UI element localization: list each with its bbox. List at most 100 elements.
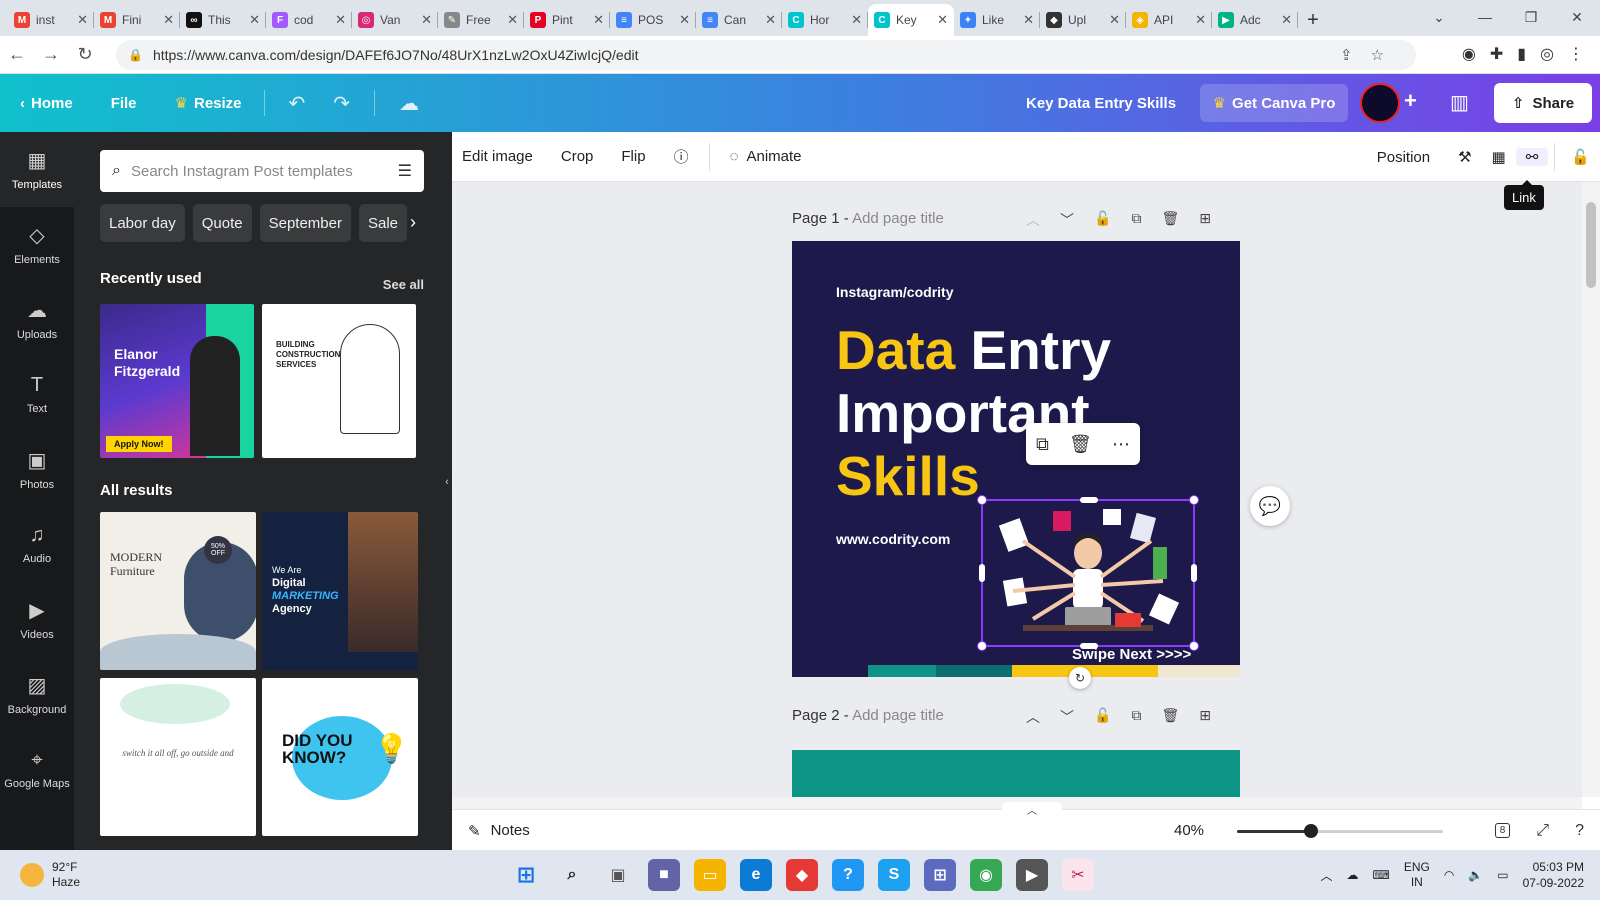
trash-icon[interactable]: 🗑 xyxy=(1161,210,1179,230)
zoom-level[interactable]: 40% xyxy=(1174,822,1204,839)
browser-tab[interactable]: P Pint ✕ xyxy=(524,4,610,36)
template-did-you-know[interactable]: DID YOU KNOW? 💡 xyxy=(262,678,418,836)
undo-icon[interactable]: ↶ xyxy=(275,91,320,116)
trash-icon[interactable]: 🗑 xyxy=(1161,707,1179,727)
task-view-icon[interactable]: ▣ xyxy=(602,859,634,891)
profile-icon[interactable]: ◎ xyxy=(1540,44,1554,64)
new-tab-icon[interactable]: + xyxy=(1298,4,1328,36)
help-app-icon[interactable]: ? xyxy=(832,859,864,891)
add-comment-icon[interactable]: 💬 xyxy=(1250,486,1290,526)
minimize-button[interactable]: — xyxy=(1462,9,1508,25)
design-title[interactable]: Data Entry Important Skills xyxy=(836,319,1111,508)
resize-handle[interactable] xyxy=(1189,495,1199,505)
file-menu[interactable]: File xyxy=(99,95,149,112)
duplicate-icon[interactable]: ⧉ xyxy=(1036,434,1049,455)
browser-tab[interactable]: ≡ POS ✕ xyxy=(610,4,696,36)
page-title-input[interactable]: Add page title xyxy=(852,210,944,227)
help-icon[interactable]: ? xyxy=(1575,822,1584,840)
zoom-slider[interactable] xyxy=(1237,824,1443,838)
restore-button[interactable]: ❐ xyxy=(1508,9,1554,26)
keyboard-icon[interactable]: ⌨ xyxy=(1372,868,1389,882)
paint-roller-icon[interactable]: ⚒ xyxy=(1448,148,1481,166)
zoom-slider-knob[interactable] xyxy=(1304,824,1319,838)
language-indicator[interactable]: ENG IN xyxy=(1404,860,1430,890)
snipping-tool-icon[interactable]: ✂ xyxy=(1062,859,1094,891)
chip-quote[interactable]: Quote xyxy=(192,204,252,242)
close-tab-icon[interactable]: ✕ xyxy=(765,12,776,28)
edit-image-button[interactable]: Edit image xyxy=(452,148,547,165)
chevron-up-icon[interactable]: ︿ xyxy=(1320,867,1332,884)
rail-item-templates[interactable]: ▦ Templates xyxy=(0,132,74,207)
clock[interactable]: 05:03 PM 07-09-2022 xyxy=(1523,859,1584,891)
close-tab-icon[interactable]: ✕ xyxy=(249,12,260,28)
resize-handle[interactable] xyxy=(979,564,985,582)
add-page-icon[interactable]: ⊞ xyxy=(1199,210,1211,230)
search-icon[interactable]: ⌕ xyxy=(556,859,588,891)
browser-tab[interactable]: ✦ Like ✕ xyxy=(954,4,1040,36)
avatar[interactable] xyxy=(1360,83,1400,123)
filter-icon[interactable]: ☰ xyxy=(398,161,412,181)
design-page-1[interactable]: Instagram/codrity Data Entry Important S… xyxy=(792,241,1240,677)
rail-item-google-maps[interactable]: ⌖ Google Maps xyxy=(0,732,74,807)
chevron-down-icon[interactable]: ﹀ xyxy=(1060,707,1074,727)
back-icon[interactable]: ← xyxy=(0,44,34,65)
add-member-icon[interactable]: + xyxy=(1404,88,1417,114)
add-page-icon[interactable]: ⊞ xyxy=(1199,707,1211,727)
resize-handle[interactable] xyxy=(977,641,987,651)
trash-icon[interactable]: 🗑 xyxy=(1069,434,1092,455)
template-quote[interactable]: switch it all off, go outside and xyxy=(100,678,256,836)
chevron-right-icon[interactable]: › xyxy=(410,367,416,388)
design-url[interactable]: www.codrity.com xyxy=(836,531,950,547)
chevron-up-icon[interactable]: ︿ xyxy=(1026,707,1040,727)
menu-kebab-icon[interactable]: ⋮ xyxy=(1568,44,1584,64)
close-tab-icon[interactable]: ✕ xyxy=(77,12,88,28)
chevron-up-icon[interactable]: ︿ xyxy=(1026,210,1040,230)
redo-icon[interactable]: ↷ xyxy=(319,91,364,116)
browser-tab[interactable]: ▶ Adc ✕ xyxy=(1212,4,1298,36)
chevron-down-icon[interactable]: ﹀ xyxy=(1060,210,1074,230)
rail-item-text[interactable]: T Text xyxy=(0,357,74,432)
close-tab-icon[interactable]: ✕ xyxy=(335,12,346,28)
sidepanel-icon[interactable]: ▮ xyxy=(1517,44,1526,64)
browser-tab[interactable]: ∞ This ✕ xyxy=(180,4,266,36)
browser-tab[interactable]: ◎ Van ✕ xyxy=(352,4,438,36)
link-icon[interactable]: ⚯ xyxy=(1515,148,1549,166)
design-page-2[interactable] xyxy=(792,750,1240,797)
page-count-icon[interactable]: 8 xyxy=(1494,823,1511,838)
reload-icon[interactable]: ↻ xyxy=(68,44,102,65)
fullscreen-icon[interactable]: ⤢ xyxy=(1536,822,1549,840)
puzzle-icon[interactable]: ✚ xyxy=(1490,44,1503,64)
transparency-icon[interactable]: ▦ xyxy=(1482,148,1516,166)
close-tab-icon[interactable]: ✕ xyxy=(1023,12,1034,28)
duplicate-icon[interactable]: ⧉ xyxy=(1131,707,1141,727)
resize-handle[interactable] xyxy=(1191,564,1197,582)
browser-tab[interactable]: C Key ✕ xyxy=(868,4,954,36)
design-handle[interactable]: Instagram/codrity xyxy=(836,284,953,300)
home-button[interactable]: ‹ Home xyxy=(0,95,85,112)
close-tab-icon[interactable]: ✕ xyxy=(421,12,432,28)
animate-button[interactable]: ◌ Animate xyxy=(716,148,816,165)
position-button[interactable]: Position xyxy=(1367,149,1448,166)
media-player-icon[interactable]: ▶ xyxy=(1016,859,1048,891)
wifi-icon[interactable]: ◠ xyxy=(1444,868,1454,882)
selected-illustration[interactable] xyxy=(977,495,1199,651)
windows-start-icon[interactable]: ⊞ xyxy=(510,859,542,891)
rail-item-elements[interactable]: ◇ Elements xyxy=(0,207,74,282)
cloud-saved-icon[interactable]: ☁ xyxy=(385,91,433,116)
browser-tab[interactable]: M Fini ✕ xyxy=(94,4,180,36)
bookmark-star-icon[interactable]: ☆ xyxy=(1371,47,1402,64)
template-elanor[interactable]: Elanor Fitzgerald Apply Now! xyxy=(100,304,254,458)
battery-icon[interactable]: ▭ xyxy=(1497,868,1508,882)
document-title[interactable]: Key Data Entry Skills xyxy=(1026,95,1176,112)
info-icon[interactable]: ⓘ xyxy=(660,146,703,167)
browser-tab[interactable]: ✎ Free ✕ xyxy=(438,4,524,36)
chip-labor-day[interactable]: Labor day xyxy=(100,204,185,242)
onedrive-icon[interactable]: ☁ xyxy=(1346,868,1358,882)
template-furniture[interactable]: MODERN Furniture 50% OFF xyxy=(100,512,256,670)
browser-tab[interactable]: ≡ Can ✕ xyxy=(696,4,782,36)
tab-search-icon[interactable]: ⌄ xyxy=(1416,9,1462,26)
volume-icon[interactable]: 🔈 xyxy=(1468,868,1483,882)
crop-button[interactable]: Crop xyxy=(547,148,608,165)
template-marketing[interactable]: We Are Digital MARKETING Agency xyxy=(262,512,418,670)
rail-item-photos[interactable]: ▣ Photos xyxy=(0,432,74,507)
